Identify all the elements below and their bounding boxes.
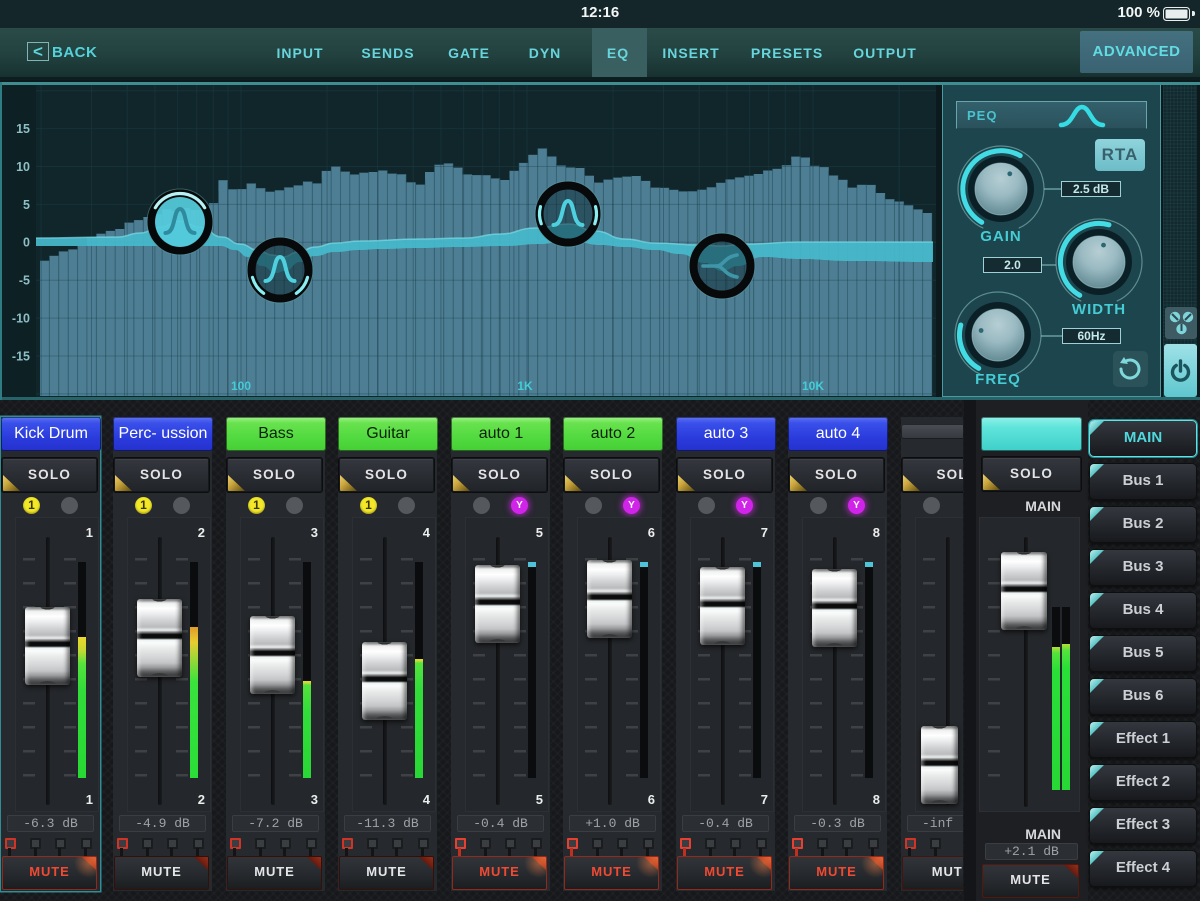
- svg-text:0: 0: [23, 236, 30, 250]
- svg-text:1K: 1K: [517, 379, 533, 393]
- svg-text:15: 15: [16, 122, 30, 136]
- svg-text:GAIN: GAIN: [980, 228, 1022, 245]
- svg-text:100: 100: [231, 379, 251, 393]
- svg-text:-10: -10: [12, 312, 30, 326]
- svg-text:FREQ: FREQ: [975, 371, 1021, 388]
- svg-text:10K: 10K: [802, 379, 824, 393]
- svg-text:-5: -5: [19, 274, 30, 288]
- svg-text:5: 5: [23, 198, 30, 212]
- svg-text:WIDTH: WIDTH: [1072, 301, 1126, 318]
- svg-text:10: 10: [16, 160, 30, 174]
- svg-text:-15: -15: [12, 349, 30, 363]
